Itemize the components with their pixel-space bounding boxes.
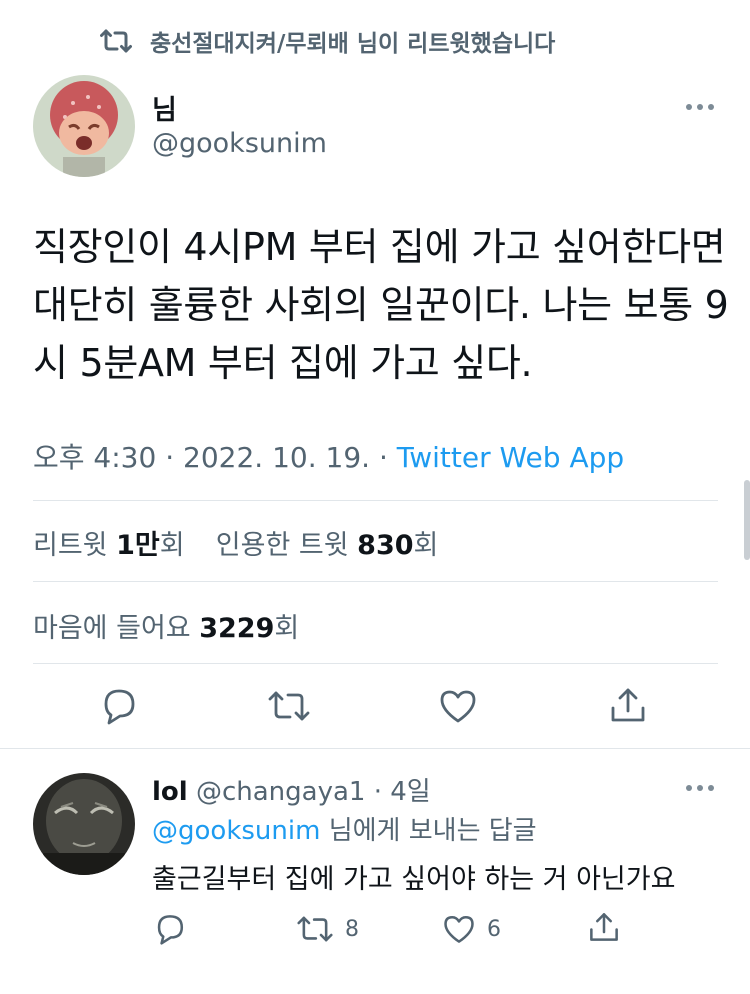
meta-separator: · bbox=[156, 441, 184, 474]
tweet-source-link[interactable]: Twitter Web App bbox=[397, 441, 624, 474]
divider bbox=[0, 748, 750, 749]
reply-more-options-icon[interactable] bbox=[686, 785, 714, 791]
replying-to-handle[interactable]: @gooksunim bbox=[152, 816, 320, 846]
reply-author-name[interactable]: lol bbox=[152, 777, 188, 807]
divider bbox=[33, 500, 718, 501]
retweet-button[interactable] bbox=[268, 689, 310, 723]
reply-text: 출근길부터 집에 가고 싶어야 하는 거 아닌가요 bbox=[152, 864, 676, 895]
reply-age[interactable]: 4일 bbox=[390, 777, 430, 807]
retweet-icon bbox=[268, 689, 310, 723]
more-options-icon[interactable] bbox=[686, 104, 714, 110]
replying-to: @gooksunim 님에게 보내는 답글 bbox=[152, 810, 537, 847]
reply-retweet-button[interactable]: 8 bbox=[297, 914, 359, 944]
author-handle[interactable]: @gooksunim bbox=[152, 128, 327, 159]
retweeted-by-text: 충선절대지켜/무뢰배 님이 리트윗했습니다 bbox=[150, 31, 556, 57]
like-icon bbox=[443, 914, 475, 944]
tweet-meta: 오후 4:30 · 2022. 10. 19. · Twitter Web Ap… bbox=[33, 436, 624, 476]
meta-separator: · bbox=[370, 441, 397, 474]
retweeted-banner[interactable]: 충선절대지켜/무뢰배 님이 리트윗했습니다 bbox=[100, 24, 555, 58]
author-name[interactable]: 님 bbox=[152, 88, 177, 127]
share-icon bbox=[588, 911, 620, 943]
scrollbar[interactable] bbox=[744, 480, 750, 560]
reply-icon bbox=[100, 687, 138, 725]
retweet-icon bbox=[297, 914, 333, 944]
reply-like-count: 6 bbox=[487, 916, 501, 942]
reply-header: lol @changaya1 · 4일 bbox=[152, 771, 431, 808]
reply-button[interactable] bbox=[100, 687, 138, 725]
replying-to-suffix: 님에게 보내는 답글 bbox=[320, 816, 537, 846]
quotes-stat[interactable]: 인용한 트윗 830회 bbox=[216, 530, 439, 561]
meta-separator: · bbox=[365, 777, 391, 807]
author-avatar[interactable] bbox=[33, 75, 135, 177]
like-button[interactable] bbox=[439, 689, 477, 723]
reply-author-handle[interactable]: @changaya1 bbox=[196, 777, 365, 807]
reply-like-button[interactable]: 6 bbox=[443, 914, 501, 944]
reply-share-button[interactable] bbox=[588, 911, 620, 943]
divider bbox=[33, 581, 718, 582]
reply-retweet-count: 8 bbox=[345, 916, 359, 942]
retweet-icon bbox=[100, 28, 132, 54]
divider bbox=[33, 663, 718, 664]
share-icon bbox=[609, 686, 647, 724]
tweet-text: 직장인이 4시PM 부터 집에 가고 싶어한다면 대단히 훌륭한 사회의 일꾼이… bbox=[33, 225, 729, 385]
tweet-date[interactable]: 2022. 10. 19. bbox=[183, 441, 370, 474]
reply-reply-button[interactable] bbox=[154, 913, 186, 945]
retweet-stats: 리트윗 1만회 인용한 트윗 830회 bbox=[33, 523, 438, 562]
reply-icon bbox=[154, 913, 186, 945]
retweets-stat[interactable]: 리트윗 1만회 bbox=[33, 530, 185, 561]
like-icon bbox=[439, 689, 477, 723]
reply-author-avatar[interactable] bbox=[33, 773, 135, 875]
tweet-time[interactable]: 오후 4:30 bbox=[33, 441, 156, 474]
likes-stat[interactable]: 마음에 들어요 3229회 bbox=[33, 606, 299, 645]
share-button[interactable] bbox=[609, 686, 647, 724]
